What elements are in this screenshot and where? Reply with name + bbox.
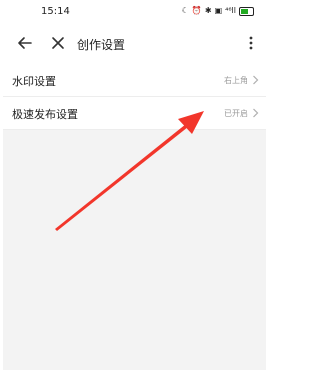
setting-label: 水印设置 bbox=[12, 75, 56, 88]
hd-icon: ▣ bbox=[214, 6, 223, 15]
chevron-right-icon bbox=[253, 75, 259, 85]
page-title: 创作设置 bbox=[77, 38, 126, 52]
setting-value: 右上角 bbox=[224, 76, 248, 85]
chevron-right-icon bbox=[253, 108, 259, 118]
setting-label: 极速发布设置 bbox=[12, 108, 78, 121]
status-icons: ☾ ⏰ ✱ ▣ ⁴⁶ll bbox=[182, 6, 254, 16]
status-bar: 15:14 ☾ ⏰ ✱ ▣ ⁴⁶ll bbox=[3, 0, 266, 24]
fast-publish-setting-row[interactable]: 极速发布设置 已开启 bbox=[3, 97, 266, 130]
battery-icon bbox=[239, 6, 254, 16]
status-time: 15:14 bbox=[41, 6, 70, 17]
settings-list: 水印设置 右上角 极速发布设置 已开启 bbox=[3, 64, 266, 130]
signal-icon: ⁴⁶ll bbox=[225, 6, 236, 15]
top-app-bar: 创作设置 bbox=[3, 24, 266, 64]
watermark-setting-row[interactable]: 水印设置 右上角 bbox=[3, 64, 266, 97]
moon-icon: ☾ bbox=[181, 6, 189, 15]
setting-value: 已开启 bbox=[224, 109, 248, 118]
bluetooth-icon: ✱ bbox=[204, 6, 212, 15]
alarm-icon: ⏰ bbox=[191, 6, 202, 15]
close-icon[interactable] bbox=[50, 35, 66, 51]
back-arrow-icon[interactable] bbox=[16, 34, 34, 52]
screen: 15:14 ☾ ⏰ ✱ ▣ ⁴⁶ll 创作设置 水印设置 右上角 极速发布设置 … bbox=[3, 0, 266, 370]
more-vertical-icon[interactable] bbox=[246, 34, 256, 52]
